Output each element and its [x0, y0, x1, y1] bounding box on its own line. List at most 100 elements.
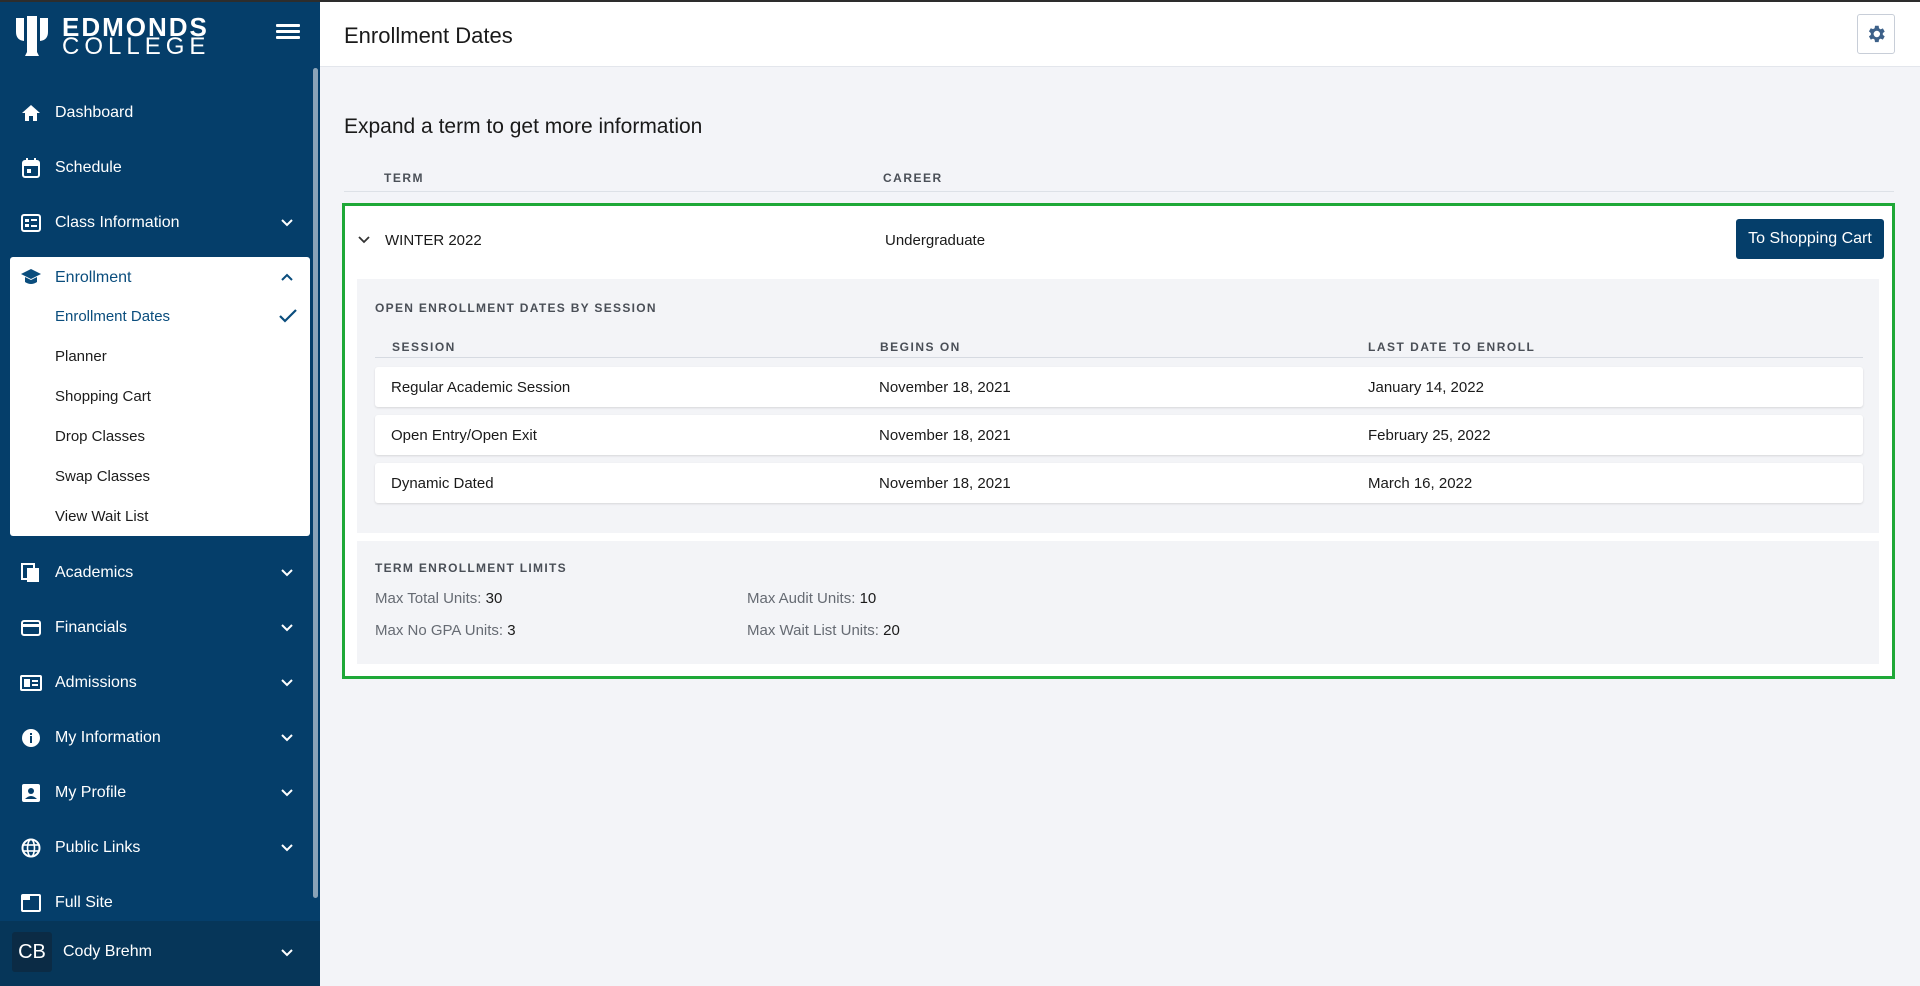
chevron-down-icon [281, 843, 293, 851]
sidebar-item-enrollment[interactable]: Enrollment [10, 257, 310, 297]
top-border [0, 0, 1920, 2]
settings-button[interactable] [1857, 14, 1895, 54]
sidebar-item-label: Academics [55, 563, 134, 581]
credit-card-icon [20, 617, 42, 639]
list-icon [20, 212, 42, 234]
begins-on: November 18, 2021 [879, 379, 1011, 396]
begins-on: November 18, 2021 [879, 475, 1011, 492]
column-header-career: CAREER [883, 171, 943, 185]
page-header: Enrollment Dates [320, 2, 1920, 67]
subitem-label: Drop Classes [55, 428, 146, 445]
sidebar-item-label: Enrollment [55, 269, 132, 286]
limit-label: Max Total Units: [375, 590, 482, 607]
sidebar-item-label: Full Site [55, 893, 113, 911]
session-name: Dynamic Dated [391, 475, 494, 492]
subitem-label: View Wait List [55, 508, 149, 525]
table-row: Open Entry/Open Exit November 18, 2021 F… [375, 415, 1863, 455]
limit-value: 3 [507, 622, 516, 639]
chevron-down-icon [281, 788, 293, 796]
chevron-down-icon[interactable] [357, 233, 371, 247]
sidebar: EDMONDS COLLEGE Dashboard Schedule Class… [0, 0, 320, 986]
info-icon [20, 727, 42, 749]
subitem-label: Enrollment Dates [55, 308, 171, 325]
subitem-label: Swap Classes [55, 468, 151, 485]
term-card: WINTER 2022 Undergraduate To Shopping Ca… [342, 203, 1895, 679]
limit-label: Max No GPA Units: [375, 622, 504, 639]
subitem-label: Shopping Cart [55, 388, 151, 405]
chevron-down-icon [281, 678, 293, 686]
sidebar-item-admissions[interactable]: Admissions [0, 655, 312, 710]
limit-value: 20 [883, 622, 900, 639]
sidebar-item-label: Class Information [55, 213, 180, 231]
limit-value: 30 [485, 590, 503, 607]
sidebar-subitem-swap-classes[interactable]: Swap Classes [10, 457, 310, 497]
term-name: WINTER 2022 [385, 232, 482, 249]
sidebar-item-financials[interactable]: Financials [0, 600, 312, 655]
begins-on: November 18, 2021 [879, 427, 1011, 444]
enrollment-dates-panel: OPEN ENROLLMENT DATES BY SESSION SESSION… [357, 279, 1879, 533]
sidebar-scrollbar[interactable] [313, 68, 318, 898]
chevron-down-icon [281, 949, 293, 957]
limit-label: Max Wait List Units: [747, 622, 879, 639]
logo-line-2: COLLEGE [62, 33, 211, 60]
last-date: January 14, 2022 [1368, 379, 1484, 396]
gear-icon [1868, 25, 1885, 43]
sidebar-item-academics[interactable]: Academics [0, 545, 312, 600]
menu-toggle-icon[interactable] [276, 24, 300, 44]
page-title: Enrollment Dates [344, 23, 513, 48]
sidebar-item-label: My Information [55, 728, 161, 746]
term-row[interactable]: WINTER 2022 Undergraduate To Shopping Ca… [345, 206, 1892, 276]
last-date: February 25, 2022 [1368, 427, 1491, 444]
sidebar-subitem-planner[interactable]: Planner [10, 337, 310, 377]
sidebar-item-public-links[interactable]: Public Links [0, 820, 312, 875]
chevron-up-icon [281, 273, 293, 281]
enrollment-limits-panel: TERM ENROLLMENT LIMITS Max Total Units: … [357, 541, 1879, 664]
id-card-icon [20, 672, 42, 694]
chevron-down-icon [281, 568, 293, 576]
divider [344, 191, 1894, 192]
max-wait-list-units: Max Wait List Units: 20 [747, 622, 900, 639]
globe-icon [20, 837, 42, 859]
sidebar-item-schedule[interactable]: Schedule [0, 140, 312, 195]
to-shopping-cart-button[interactable]: To Shopping Cart [1736, 219, 1884, 259]
sidebar-item-label: Dashboard [55, 103, 134, 121]
max-total-units: Max Total Units: 30 [375, 590, 502, 607]
panel-title: TERM ENROLLMENT LIMITS [375, 561, 567, 575]
limit-label: Max Audit Units: [747, 590, 856, 607]
avatar: CB [12, 932, 52, 972]
table-row: Dynamic Dated November 18, 2021 March 16… [375, 463, 1863, 503]
sidebar-item-class-information[interactable]: Class Information [0, 195, 312, 250]
sidebar-item-label: Admissions [55, 673, 137, 691]
trident-logo-icon [16, 16, 48, 56]
column-header-session: SESSION [392, 340, 456, 354]
window-icon [20, 892, 42, 914]
sidebar-subitem-enrollment-dates[interactable]: Enrollment Dates [10, 297, 310, 337]
sidebar-item-label: Financials [55, 618, 128, 636]
sidebar-item-label: My Profile [55, 783, 127, 801]
checkmark-icon [279, 309, 297, 323]
user-menu[interactable]: CB Cody Brehm [0, 921, 320, 986]
calendar-icon [20, 157, 42, 179]
enrollment-submenu: Enrollment Enrollment Dates Planner Shop… [10, 257, 310, 536]
documents-icon [20, 562, 42, 584]
instruction-text: Expand a term to get more information [344, 115, 703, 138]
column-header-term: TERM [384, 171, 424, 185]
sidebar-item-my-profile[interactable]: My Profile [0, 765, 312, 820]
sidebar-subitem-drop-classes[interactable]: Drop Classes [10, 417, 310, 457]
table-row: Regular Academic Session November 18, 20… [375, 367, 1863, 407]
sidebar-item-label: Schedule [55, 158, 122, 176]
column-header-last-date: LAST DATE TO ENROLL [1368, 340, 1536, 354]
profile-icon [20, 782, 42, 804]
term-career: Undergraduate [885, 232, 986, 249]
sidebar-subitem-view-wait-list[interactable]: View Wait List [10, 497, 310, 537]
sidebar-item-label: Public Links [55, 838, 141, 856]
sidebar-subitem-shopping-cart[interactable]: Shopping Cart [10, 377, 310, 417]
sidebar-item-my-information[interactable]: My Information [0, 710, 312, 765]
session-name: Regular Academic Session [391, 379, 571, 396]
sidebar-item-dashboard[interactable]: Dashboard [0, 85, 312, 140]
subitem-label: Planner [55, 348, 107, 365]
college-logo[interactable]: EDMONDS COLLEGE [0, 0, 320, 68]
last-date: March 16, 2022 [1368, 475, 1473, 492]
home-icon [20, 102, 42, 124]
max-no-gpa-units: Max No GPA Units: 3 [375, 622, 516, 639]
